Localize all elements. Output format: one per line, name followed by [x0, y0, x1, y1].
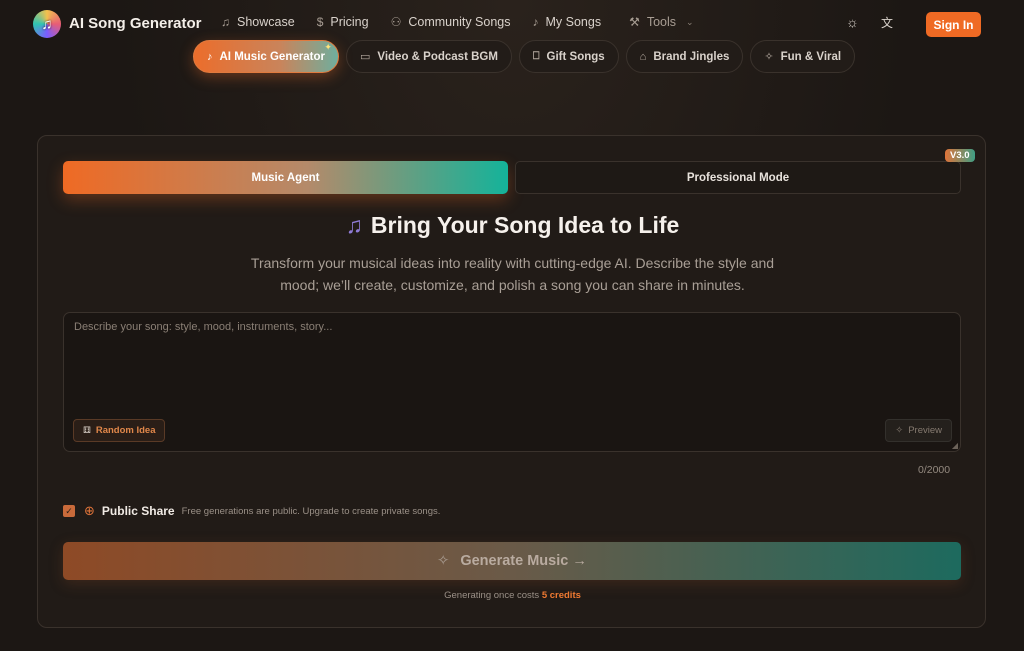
sparkle-icon: ✦	[324, 42, 332, 52]
title-text: Bring Your Song Idea to Life	[370, 212, 680, 238]
tab-professional-mode[interactable]: Professional Mode	[515, 161, 961, 194]
pill-label: Fun & Viral	[780, 50, 842, 63]
music-notes-icon: ♫	[345, 212, 363, 238]
nav-showcase[interactable]: ♫ Showcase	[221, 15, 295, 29]
page-title: ♫ Bring Your Song Idea to Life	[38, 212, 987, 239]
public-share-note: Free generations are public. Upgrade to …	[181, 505, 441, 517]
page-subtitle: Transform your musical ideas into realit…	[250, 255, 775, 293]
main-nav: ♫ Showcase $ Pricing ⚇ Community Songs ♪…	[221, 15, 716, 29]
wrench-icon: ⚒	[629, 15, 640, 29]
resize-handle-icon[interactable]: ◢	[952, 441, 958, 450]
globe-icon: ⊕	[84, 503, 95, 518]
cost-prefix: Generating once costs	[444, 590, 540, 601]
music-icon: ♪	[532, 15, 539, 29]
nav-my-songs[interactable]: ♪ My Songs	[532, 15, 601, 29]
brand-name[interactable]: AI Song Generator	[69, 15, 202, 32]
preview-label: Preview	[908, 425, 942, 436]
nav-pricing[interactable]: $ Pricing	[317, 15, 369, 29]
gift-icon: ⎕	[532, 50, 540, 62]
character-counter: 0/2000	[918, 464, 951, 476]
tab-music-agent[interactable]: Music Agent	[63, 161, 508, 194]
pill-label: Video & Podcast BGM	[377, 50, 498, 63]
nav-label: My Songs	[545, 15, 602, 29]
version-badge: V3.0	[945, 149, 975, 162]
music-note-icon: ♫	[221, 15, 230, 29]
logo-icon[interactable]: ♫	[33, 10, 61, 38]
pill-label: Gift Songs	[546, 50, 605, 63]
nav-label: Community Songs	[408, 15, 511, 29]
logo-glyph: ♫	[41, 15, 53, 33]
pill-label: Brand Jingles	[653, 50, 730, 63]
nav-community-songs[interactable]: ⚇ Community Songs	[391, 15, 511, 29]
pill-brand-jingles[interactable]: ⌂ Brand Jingles	[625, 40, 744, 73]
nav-label: Pricing	[330, 15, 369, 29]
nav-label: Tools	[646, 15, 677, 29]
theme-toggle-icon[interactable]: ☼	[846, 14, 859, 30]
chevron-down-icon: ⌄	[686, 16, 694, 27]
generate-music-button[interactable]: ✧ Generate Music →	[63, 542, 961, 580]
public-share-label: Public Share	[101, 504, 175, 518]
language-icon[interactable]: 文	[881, 14, 893, 31]
pill-ai-music-generator[interactable]: ♪ AI Music Generator ✦	[193, 40, 339, 73]
random-idea-label: Random Idea	[95, 425, 156, 436]
song-description-input[interactable]	[64, 313, 960, 451]
public-share-row: ✓ ⊕ Public Share Free generations are pu…	[63, 503, 440, 519]
public-share-checkbox[interactable]: ✓	[63, 505, 75, 517]
pill-fun-viral[interactable]: ✧ Fun & Viral	[750, 40, 856, 73]
sign-in-button[interactable]: Sign In	[926, 12, 981, 37]
pill-gift-songs[interactable]: ⎕ Gift Songs	[518, 40, 619, 73]
sparkles-icon: ✧	[437, 553, 450, 569]
dollar-icon: $	[316, 15, 324, 29]
cost-note: Generating once costs 5 credits	[38, 590, 987, 601]
nav-label: Showcase	[237, 15, 295, 29]
store-icon: ⌂	[639, 50, 647, 63]
song-description-box: ⚅ Random Idea ✧ Preview ◢	[63, 312, 961, 452]
generate-label: Generate Music →	[460, 553, 587, 569]
page: ♫ AI Song Generator ♫ Showcase $ Pricing…	[0, 0, 1024, 651]
random-idea-button[interactable]: ⚅ Random Idea	[73, 419, 166, 442]
category-pills: ♪ AI Music Generator ✦ ▭ Video & Podcast…	[193, 40, 862, 73]
preview-button[interactable]: ✧ Preview	[885, 419, 952, 442]
users-icon: ⚇	[390, 15, 402, 29]
music-note-icon: ♪	[207, 50, 213, 63]
pill-label: AI Music Generator	[219, 50, 325, 63]
sparkles-icon: ✧	[895, 425, 904, 436]
sparkles-icon: ✧	[764, 51, 774, 63]
video-icon: ▭	[359, 51, 371, 63]
pill-video-podcast-bgm[interactable]: ▭ Video & Podcast BGM	[345, 40, 512, 73]
nav-tools[interactable]: ⚒ Tools ⌄	[629, 15, 694, 29]
dice-icon: ⚅	[83, 425, 91, 435]
cost-credits: 5 credits	[541, 590, 581, 601]
generator-card: Music Agent Professional Mode V3.0 ♫ Brin…	[37, 135, 986, 628]
